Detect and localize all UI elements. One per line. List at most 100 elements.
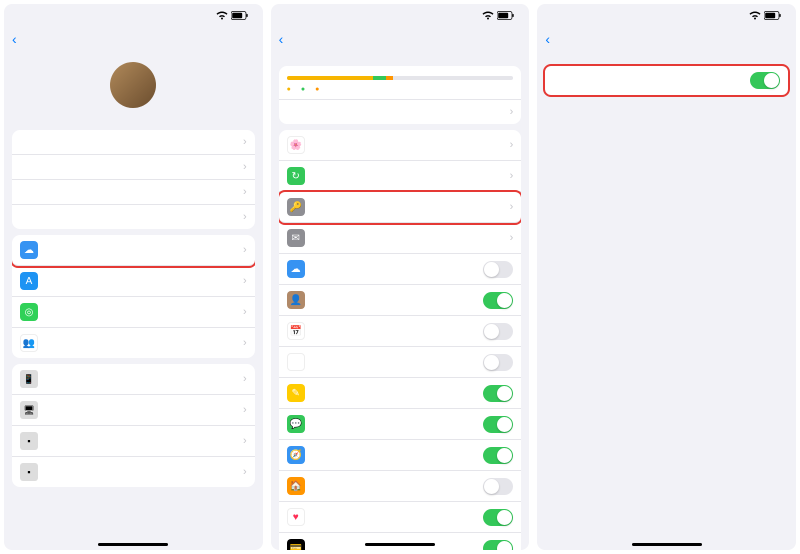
row-home[interactable]: 🏠 (279, 471, 522, 502)
nav-bar: ‹ (4, 26, 263, 52)
device-row[interactable]: ▪› (12, 426, 255, 457)
devices-group: 📱› 🖥› ▪› ▪› (12, 364, 255, 487)
health-icon: ♥ (287, 508, 305, 526)
row-wallet[interactable]: 💳 (279, 533, 522, 550)
toggle-home[interactable] (483, 478, 513, 495)
battery-icon (497, 11, 515, 20)
toggle-drive[interactable] (483, 261, 513, 278)
screen-keychain: ‹ (537, 4, 796, 550)
chevron-right-icon: › (243, 404, 247, 416)
screen-icloud: ‹ › 🌸› ↻› 🔑› ✉︎› ☁ 👤 📅 ⋮ ✎ 💬 🧭 🏠 ♥ (271, 4, 530, 550)
chevron-right-icon: › (510, 201, 514, 213)
row-family-sharing[interactable]: 👥› (12, 328, 255, 358)
chevron-right-icon: › (243, 466, 247, 478)
section-label (279, 52, 522, 60)
wifi-icon (482, 11, 494, 20)
contacts-icon: 👤 (287, 291, 305, 309)
drive-icon: ☁ (287, 260, 305, 278)
findmy-icon: ◎ (20, 303, 38, 321)
home-icon: 🏠 (287, 477, 305, 495)
row-find-my[interactable]: ◎› (12, 297, 255, 328)
wallet-icon: 💳 (287, 539, 305, 550)
storage-group: › (279, 66, 522, 124)
toggle-calendars[interactable] (483, 323, 513, 340)
chevron-right-icon: › (243, 306, 247, 318)
row-label (46, 405, 243, 416)
storage-legend (287, 86, 514, 93)
row-keychain[interactable]: 🔑› (279, 192, 522, 223)
row-safari[interactable]: 🧭 (279, 440, 522, 471)
row-hide-my-email[interactable]: ✉︎› (279, 223, 522, 254)
row-icloud[interactable]: ☁› (12, 235, 255, 266)
chevron-right-icon: › (510, 139, 514, 151)
toggle-wallet[interactable] (483, 540, 513, 551)
row-password-security[interactable]: › (12, 155, 255, 180)
chevron-right-icon: › (243, 373, 247, 385)
device-row[interactable]: ▪› (12, 457, 255, 487)
chevron-right-icon: › (243, 136, 247, 148)
back-button[interactable]: ‹ (12, 31, 18, 47)
row-name-phone-email[interactable]: › (12, 130, 255, 155)
toggle-health[interactable] (483, 509, 513, 526)
back-button[interactable]: ‹ (279, 31, 285, 47)
row-label (46, 374, 243, 385)
chevron-right-icon: › (243, 244, 247, 256)
chevron-right-icon: › (243, 161, 247, 173)
row-payment-shipping[interactable]: › (12, 180, 255, 205)
row-label (46, 436, 243, 447)
home-indicator[interactable] (365, 543, 435, 546)
toggle-notes[interactable] (483, 385, 513, 402)
content: › 🌸› ↻› 🔑› ✉︎› ☁ 👤 📅 ⋮ ✎ 💬 🧭 🏠 ♥ 💳 (271, 52, 530, 550)
cloud-icon: ☁ (20, 241, 38, 259)
wifi-icon (749, 11, 761, 20)
footer-text (545, 101, 788, 109)
status-icons (216, 11, 249, 20)
chevron-right-icon: › (243, 337, 247, 349)
toggle-safari[interactable] (483, 447, 513, 464)
device-row[interactable]: 📱› (12, 364, 255, 395)
row-icloud-backup[interactable]: ↻› (279, 161, 522, 192)
row-drive[interactable]: ☁ (279, 254, 522, 285)
device-icon: 🖥 (20, 401, 38, 419)
wifi-icon (216, 11, 228, 20)
home-indicator[interactable] (632, 543, 702, 546)
row-manage-storage[interactable]: › (279, 100, 522, 124)
home-indicator[interactable] (98, 543, 168, 546)
chevron-right-icon: › (243, 435, 247, 447)
toggle-reminders[interactable] (483, 354, 513, 371)
device-icon: 📱 (20, 370, 38, 388)
row-notes[interactable]: ✎ (279, 378, 522, 409)
messages-icon: 💬 (287, 415, 305, 433)
row-reminders[interactable]: ⋮ (279, 347, 522, 378)
reminders-icon: ⋮ (287, 353, 305, 371)
status-bar (271, 4, 530, 26)
row-contacts[interactable]: 👤 (279, 285, 522, 316)
toggle-messages[interactable] (483, 416, 513, 433)
nav-bar: ‹ (271, 26, 530, 52)
row-photos[interactable]: 🌸› (279, 130, 522, 161)
status-bar (537, 4, 796, 26)
storage-row[interactable] (279, 66, 522, 100)
backup-icon: ↻ (287, 167, 305, 185)
chevron-right-icon: › (243, 186, 247, 198)
row-icloud-keychain[interactable] (545, 66, 788, 95)
row-messages[interactable]: 💬 (279, 409, 522, 440)
row-calendars[interactable]: 📅 (279, 316, 522, 347)
row-subscriptions[interactable]: › (12, 205, 255, 229)
back-button[interactable]: ‹ (545, 31, 551, 47)
toggle-contacts[interactable] (483, 292, 513, 309)
storage-bar (287, 76, 514, 80)
screen-apple-id: ‹ › › › › ☁› A› ◎› 👥› 📱› 🖥› ▪› ▪› (4, 4, 263, 550)
chevron-right-icon: › (243, 275, 247, 287)
icloud-apps-group: 🌸› ↻› 🔑› ✉︎› ☁ 👤 📅 ⋮ ✎ 💬 🧭 🏠 ♥ 💳 (279, 130, 522, 550)
device-row[interactable]: 🖥› (12, 395, 255, 426)
nav-bar: ‹ (537, 26, 796, 52)
avatar[interactable] (110, 62, 156, 108)
row-media-purchases[interactable]: A› (12, 266, 255, 297)
chevron-left-icon: ‹ (279, 31, 284, 47)
chevron-right-icon: › (510, 232, 514, 244)
row-health[interactable]: ♥ (279, 502, 522, 533)
chevron-right-icon: › (510, 106, 514, 118)
status-bar (4, 4, 263, 26)
toggle-keychain[interactable] (750, 72, 780, 89)
